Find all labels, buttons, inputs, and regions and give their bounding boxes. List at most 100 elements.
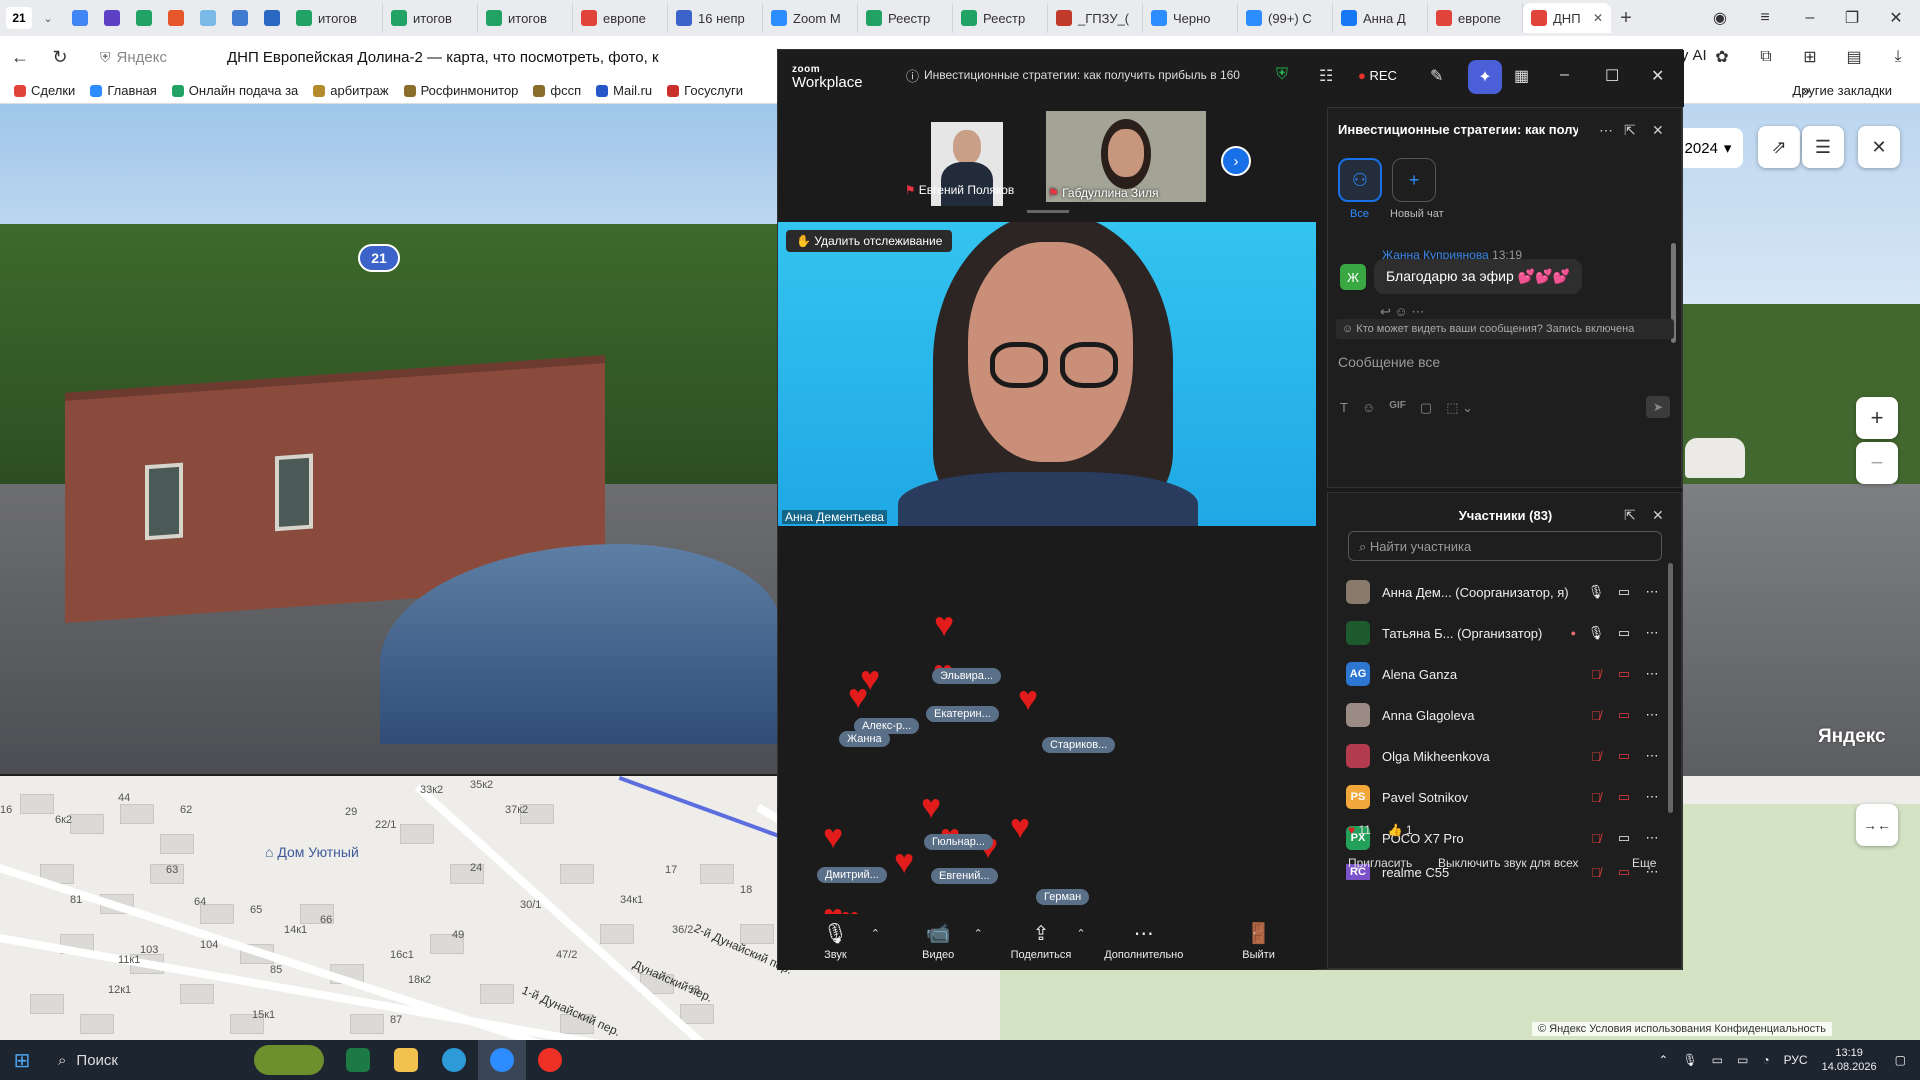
mic-muted-icon[interactable]: 🎙̸ [1582,790,1610,805]
pinned-tab-icon[interactable] [192,5,224,31]
browser-tab[interactable]: Zoom M [763,3,858,33]
widgets-icon[interactable] [244,1040,334,1080]
browser-tab[interactable]: Черно [1143,3,1238,33]
options-chevron-icon[interactable]: ⌃ [1076,927,1086,940]
bookmark-item[interactable]: Росфинмонитор [403,83,518,98]
collections-icon[interactable]: ⊞ [1788,47,1832,67]
invite-button[interactable]: Пригласить [1348,843,1412,883]
participants-scrollbar[interactable] [1668,563,1673,813]
language-indicator[interactable]: РУС [1784,1053,1808,1067]
pinned-google-icon[interactable] [64,5,96,31]
restore-icon[interactable]: ❐ [1832,0,1872,36]
camera-icon[interactable]: ▭ [1610,625,1638,641]
collapse-map-icon[interactable]: →← [1856,804,1898,846]
chat-message[interactable]: Благодарю за эфир 💕💕💕 [1374,259,1582,294]
pop-out-icon[interactable]: ⇱ [1624,507,1636,524]
bookmark-item[interactable]: фссп [533,83,581,98]
recording-indicator[interactable]: ● REC [1358,68,1397,83]
more-button[interactable]: Еще [1632,843,1656,883]
zoom-in-button[interactable]: + [1856,397,1898,439]
mic-muted-icon[interactable]: 🎙̸ [1582,749,1610,764]
microphone-icon[interactable]: 🎙 [1582,625,1610,641]
camera-off-icon[interactable]: ▭ [1610,707,1638,723]
bookmark-item[interactable]: арбитраж [313,83,389,98]
yandex-browser-icon[interactable] [526,1040,574,1080]
send-icon[interactable]: ➤ [1646,396,1670,418]
gif-icon[interactable]: GIF [1389,400,1406,416]
active-speaker-video[interactable]: ✋ Удалить отслеживание Анна Дементьева [778,222,1316,526]
pinned-tab-icon[interactable] [256,5,288,31]
control-share-button[interactable]: ⇪ Поделиться [984,914,1099,970]
wifi-icon[interactable]: ◔ [1762,1053,1769,1067]
visibility-notice[interactable]: ☺ Кто может видеть ваши сообщения? Запис… [1336,319,1674,339]
ai-companion-button[interactable]: ✦ [1468,60,1502,94]
browser-tab[interactable]: Анна Д [1333,3,1428,33]
screenshot-icon[interactable]: ⬚ ⌄ [1446,400,1473,416]
control-audio-button[interactable]: 🎙 Звук [778,914,893,970]
browser-tab[interactable]: европе [573,3,668,33]
pen-icon[interactable]: ✎ [1430,66,1443,86]
camera-off-icon[interactable]: ▭ [1610,748,1638,764]
close-tab-icon[interactable]: ✕ [1593,11,1603,25]
map-marker-badge[interactable]: 21 [358,244,400,272]
notes-icon[interactable]: ☷ [1319,66,1333,86]
menu-icon[interactable]: ≡ [1745,0,1785,36]
taskbar-search[interactable]: ⌕ Поиск [44,1040,244,1080]
open-external-icon[interactable]: ⇗ [1758,126,1800,168]
close-icon[interactable]: ✕ [1651,66,1664,86]
new-chat-icon[interactable]: + [1392,158,1436,202]
options-chevron-icon[interactable]: ⌃ [974,927,984,940]
file-icon[interactable]: ▢ [1420,400,1432,416]
zoom-taskbar-icon[interactable] [478,1040,526,1080]
browser-tab[interactable]: (99+) С [1238,3,1333,33]
battery-icon[interactable]: ▭ [1737,1053,1748,1067]
tab-list-dropdown-icon[interactable]: ⌄ [38,12,58,25]
remove-tracking-button[interactable]: ✋ Удалить отслеживание [786,230,953,252]
bookmark-item[interactable]: Mail.ru [596,83,652,98]
next-page-button[interactable]: › [1221,146,1251,176]
windows-start-icon[interactable]: ⊞ [0,1040,44,1080]
browser-tab[interactable]: Реестр [953,3,1048,33]
close-icon[interactable]: ✕ [1652,122,1664,139]
close-icon[interactable]: ✕ [1652,507,1664,524]
pinned-tab-icon[interactable] [128,5,160,31]
pinned-tab-icon[interactable] [160,5,192,31]
close-icon[interactable]: ✕ [1876,0,1916,36]
chat-tab-all-icon[interactable]: ⚇ [1338,158,1382,202]
participant-more-icon[interactable]: ⋯ [1638,625,1666,641]
new-chat-label[interactable]: Новый чат [1390,208,1444,220]
browser-tab[interactable]: 16 непр [668,3,763,33]
control-video-button[interactable]: 📹 Видео [881,914,996,970]
participant-search-input[interactable]: ⌕ Найти участника [1348,531,1662,561]
address-host[interactable]: Яндекс [117,49,167,66]
display-icon[interactable]: ▭ [1712,1053,1723,1067]
bookmark-item[interactable]: Онлайн подача за [171,83,298,98]
participant-more-icon[interactable]: ⋯ [1638,748,1666,764]
mute-all-button[interactable]: Выключить звук для всех [1438,843,1578,883]
camera-icon[interactable]: ▭ [1610,584,1638,600]
view-grid-icon[interactable]: ▦ [1514,66,1529,86]
camera-off-icon[interactable]: ▭ [1610,666,1638,682]
participant-more-icon[interactable]: ⋯ [1638,707,1666,723]
tray-chevron-icon[interactable]: ⌃ [1658,1053,1668,1067]
other-bookmarks[interactable]: Другие закладки [1792,83,1892,98]
address-title[interactable]: ДНП Европейская Долина-2 — карта, что по… [227,49,659,66]
bookmark-item[interactable]: Сделки [14,83,75,98]
reload-icon[interactable]: ↻ [40,47,80,68]
emoji-icon[interactable]: ☺ [1362,400,1375,416]
minimize-icon[interactable]: – [1790,0,1830,36]
participant-more-icon[interactable]: ⋯ [1638,584,1666,600]
browser-tab[interactable]: итогов [383,3,478,33]
download-icon[interactable]: ⤓ [1876,48,1920,66]
bookmark-item[interactable]: Главная [90,83,157,98]
extension-icon[interactable]: ✿ [1700,47,1744,67]
place-label-dom-uyutny[interactable]: ⌂ Дом Уютный [265,844,359,860]
pop-out-icon[interactable]: ⇱ [1624,122,1636,139]
participant-more-icon[interactable]: ⋯ [1638,666,1666,682]
close-panorama-icon[interactable]: ✕ [1858,126,1900,168]
browser-tab[interactable]: Реестр [858,3,953,33]
text-format-icon[interactable]: T [1340,400,1348,416]
menu-lines-icon[interactable]: ☰ [1802,126,1844,168]
microphone-icon[interactable]: 🎙 [1582,584,1610,600]
participant-row[interactable]: Анна Дем... (Соорганизатор, я) 🎙 ▭ ⋯ [1346,577,1666,607]
